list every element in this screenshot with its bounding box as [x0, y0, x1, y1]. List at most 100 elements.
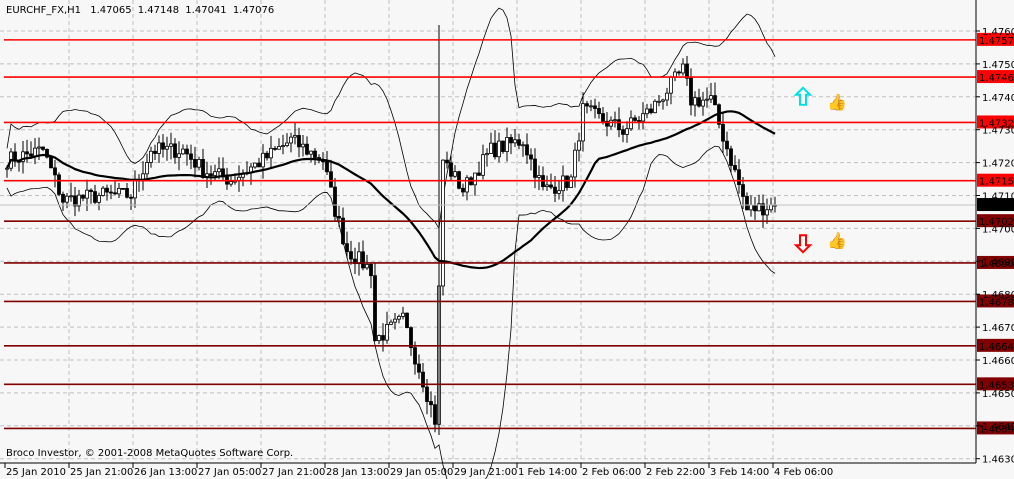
candle-body: [465, 177, 469, 193]
candle-body: [129, 196, 133, 199]
open-value: 1.47065: [90, 5, 131, 16]
candle-body: [733, 165, 737, 171]
thumbs-up-icon: 👍: [827, 231, 847, 250]
y-tick-label: 1.46805: [982, 290, 1014, 301]
candle-body: [105, 187, 109, 193]
candle-body: [209, 173, 213, 176]
x-tick-label: 29 Jan 21:00: [454, 467, 517, 478]
candle-body: [749, 204, 753, 211]
candle-body: [505, 137, 509, 152]
candle-body: [29, 153, 33, 157]
candle-body: [81, 194, 85, 199]
candle-body: [157, 142, 161, 154]
candle-body: [577, 140, 581, 151]
candle-body: [297, 135, 301, 148]
y-tick-label: 1.46705: [982, 323, 1014, 334]
candle-body: [177, 153, 181, 158]
high-value: 1.47148: [138, 5, 179, 16]
candle-body: [109, 191, 113, 194]
candle-body: [213, 171, 217, 176]
candle-body: [325, 161, 329, 173]
candle-body: [597, 108, 601, 115]
candle-body: [697, 97, 701, 107]
candle-body: [181, 148, 185, 155]
candle-body: [477, 172, 481, 176]
y-tick-label: 1.46305: [982, 455, 1014, 466]
candle-body: [569, 176, 573, 188]
candle-body: [101, 187, 105, 196]
candle-body: [301, 143, 305, 148]
candle-body: [601, 113, 605, 122]
candle-body: [49, 156, 53, 169]
candle-body: [281, 145, 285, 148]
candle-body: [737, 169, 741, 186]
candle-body: [257, 162, 261, 168]
candle-body: [645, 108, 649, 115]
candle-body: [169, 143, 173, 147]
bid-price-label: 1.47076: [979, 201, 1014, 212]
candle-body: [521, 144, 525, 147]
candle-body: [537, 175, 541, 178]
y-tick-label: 1.47105: [982, 192, 1014, 203]
candle-body: [309, 150, 313, 155]
candle-body: [337, 215, 341, 219]
candle-body: [77, 194, 81, 207]
candle-body: [149, 150, 153, 163]
candle-body: [765, 209, 769, 216]
candle-body: [621, 129, 625, 135]
candle-body: [617, 119, 621, 131]
candle-body: [41, 146, 45, 150]
candle-body: [721, 123, 725, 142]
candle-body: [485, 153, 489, 156]
candle-body: [453, 171, 457, 177]
candle-body: [741, 184, 745, 197]
low-value: 1.47041: [185, 5, 226, 16]
candle-body: [33, 147, 37, 157]
candle-body: [529, 154, 533, 160]
candle-body: [121, 187, 125, 190]
candle-body: [161, 142, 165, 150]
candle-body: [273, 147, 277, 150]
candle-body: [293, 135, 297, 138]
candle-body: [401, 312, 405, 317]
candle-body: [573, 149, 577, 178]
candle-body: [305, 143, 309, 155]
level-price-label: 1.46648: [979, 342, 1014, 353]
candle-body: [549, 184, 553, 188]
candle-body: [705, 98, 709, 101]
candle-body: [145, 162, 149, 175]
x-tick-label: 29 Jan 05:00: [390, 467, 453, 478]
candle-body: [65, 195, 69, 203]
candle-body: [681, 63, 685, 74]
candle-body: [349, 251, 353, 260]
candle-body: [461, 187, 465, 193]
x-tick-label: 3 Feb 14:00: [710, 467, 769, 478]
candle-body: [73, 195, 77, 207]
x-tick-label: 27 Jan 05:00: [198, 467, 261, 478]
candle-body: [333, 186, 337, 217]
y-tick-label: 1.47505: [982, 60, 1014, 71]
candle-body: [381, 335, 385, 341]
y-tick-label: 1.46905: [982, 257, 1014, 268]
candle-body: [25, 151, 29, 155]
candle-body: [517, 139, 521, 146]
candle-body: [389, 321, 393, 325]
candle-body: [625, 128, 629, 135]
candle-body: [261, 152, 265, 168]
candle-body: [637, 120, 641, 122]
candle-body: [433, 404, 437, 425]
x-tick-label: 26 Jan 13:00: [134, 467, 197, 478]
y-tick-label: 1.46405: [982, 422, 1014, 433]
candle-body: [57, 174, 61, 195]
candle-body: [85, 189, 89, 199]
candle-body: [365, 263, 369, 269]
candle-body: [709, 95, 713, 100]
candle-body: [229, 181, 233, 185]
y-tick-label: 1.47405: [982, 93, 1014, 104]
price-chart[interactable]: 1.475781.474651.473271.471501.470271.469…: [0, 0, 1014, 479]
candle-body: [429, 401, 433, 406]
candle-body: [37, 146, 41, 149]
candle-body: [133, 180, 137, 199]
level-price-label: 1.47150: [979, 177, 1014, 188]
candle-body: [217, 168, 221, 173]
